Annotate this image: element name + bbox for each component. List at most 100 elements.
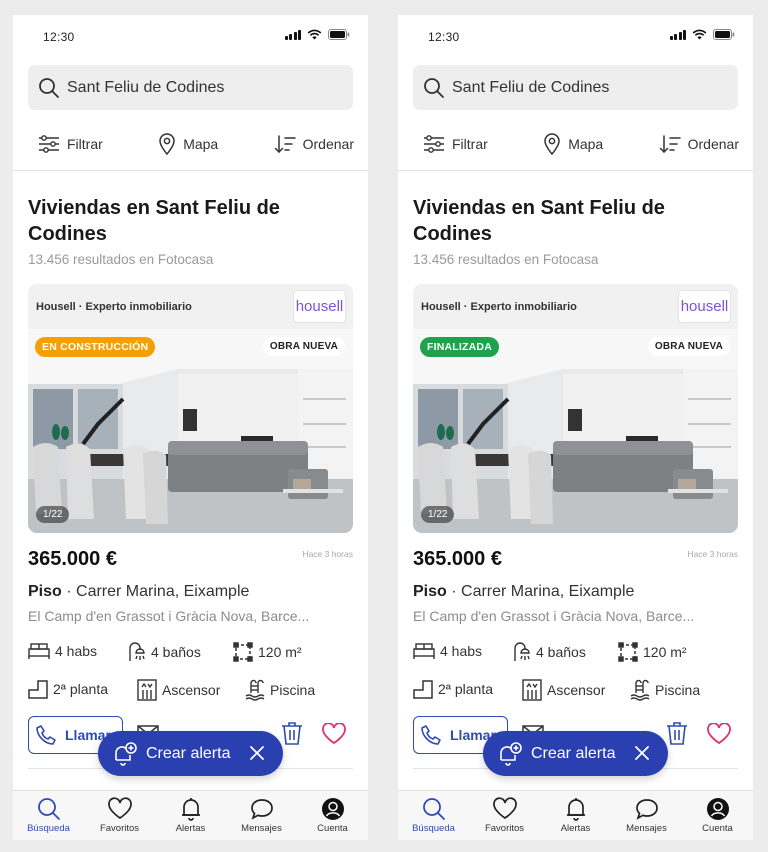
filter-button[interactable]: Filtrar — [38, 135, 103, 153]
signal-icon — [669, 29, 686, 40]
pool-ladder-icon — [630, 679, 650, 701]
account-avatar-icon — [321, 798, 344, 820]
feature-lift: Ascensor — [522, 679, 605, 701]
tab-account[interactable]: Cuenta — [682, 791, 753, 840]
listing-time-ago: Hace 3 horas — [302, 549, 353, 559]
filter-icon — [424, 135, 444, 153]
toolbar-divider — [398, 170, 753, 171]
favorite-heart-icon[interactable] — [706, 723, 732, 745]
elevator-icon — [522, 679, 542, 701]
map-button[interactable]: Mapa — [158, 133, 218, 155]
shower-icon — [514, 642, 530, 661]
listing-photo[interactable]: FINALIZADA OBRA NUEVA 1/22 — [413, 329, 738, 533]
listing-street: · Carrer Marina, Eixample — [451, 583, 635, 600]
bed-icon — [28, 643, 50, 659]
tab-search[interactable]: Búsqueda — [398, 791, 469, 840]
search-icon — [39, 77, 59, 98]
heart-icon — [107, 797, 132, 820]
search-icon — [424, 77, 444, 98]
trash-icon[interactable] — [281, 722, 303, 746]
tab-favorites-label: Favoritos — [484, 823, 525, 834]
battery-icon — [328, 29, 350, 40]
agency-header: Housell · Experto inmobiliario housell — [28, 284, 353, 329]
agency-name: Housell · Experto inmobiliario — [36, 300, 192, 313]
feature-baths: 4 baños — [126, 642, 201, 662]
listing-card[interactable]: Housell · Experto inmobiliario housell — [28, 284, 353, 533]
area-icon — [233, 642, 253, 662]
construction-status-badge: EN CONSTRUCCIÓN — [35, 337, 156, 357]
sort-button[interactable]: Ordenar — [274, 134, 354, 154]
favorite-heart-icon[interactable] — [321, 723, 347, 745]
feature-rooms: 4 habs — [413, 642, 482, 660]
bottom-tab-bar: Búsqueda Favoritos Alertas Mensajes Cuen… — [398, 790, 753, 840]
area-icon — [618, 642, 638, 662]
status-icons — [284, 29, 351, 40]
feature-size: 120 m² — [233, 642, 302, 662]
new-build-badge: OBRA NUEVA — [647, 337, 730, 356]
listing-area: El Camp d'en Grassot i Gràcia Nova, Barc… — [413, 608, 695, 624]
listing-price: 365.000 € — [28, 548, 117, 570]
baths-value: 4 baños — [536, 644, 586, 660]
tab-favorites[interactable]: Favoritos — [84, 791, 155, 840]
map-button[interactable]: Mapa — [543, 133, 603, 155]
rooms-value: 4 habs — [55, 643, 98, 659]
tab-alerts[interactable]: Alertas — [155, 791, 226, 840]
living-room-image — [28, 329, 353, 533]
listing-card[interactable]: Housell · Experto inmobiliario housell — [413, 284, 738, 533]
tab-search[interactable]: Búsqueda — [13, 791, 84, 840]
listing-street: · Carrer Marina, Eixample — [66, 583, 250, 600]
sort-button[interactable]: Ordenar — [659, 134, 739, 154]
pool-value: Piscina — [270, 682, 316, 698]
create-alert-button[interactable]: Crear alerta — [98, 731, 283, 776]
filter-button[interactable]: Filtrar — [423, 135, 488, 153]
tab-account[interactable]: Cuenta — [297, 791, 368, 840]
sort-label: Ordenar — [302, 136, 354, 152]
bell-icon — [181, 798, 200, 821]
bed-icon — [413, 643, 435, 659]
listing-area: El Camp d'en Grassot i Gràcia Nova, Barc… — [28, 608, 310, 624]
tab-favorites[interactable]: Favoritos — [469, 791, 540, 840]
tab-messages[interactable]: Mensajes — [611, 791, 682, 840]
tab-search-label: Búsqueda — [412, 823, 455, 834]
rooms-value: 4 habs — [440, 643, 483, 659]
map-pin-icon — [159, 133, 175, 155]
feature-floor: 2ª planta — [28, 679, 108, 699]
search-value: Sant Feliu de Codines — [452, 78, 610, 96]
chat-bubble-icon — [250, 799, 273, 820]
search-icon — [422, 798, 445, 820]
tab-messages[interactable]: Mensajes — [226, 791, 297, 840]
page-title: Viviendas en Sant Feliu de Codines — [28, 197, 280, 245]
create-alert-button[interactable]: Crear alerta — [483, 731, 668, 776]
floor-icon — [413, 680, 433, 699]
filter-icon — [39, 135, 59, 153]
close-icon[interactable] — [249, 745, 265, 761]
map-pin-icon — [544, 133, 560, 155]
feature-pool: Piscina — [630, 679, 700, 701]
agency-logo[interactable]: housell — [293, 290, 346, 323]
tab-favorites-label: Favoritos — [99, 823, 140, 834]
trash-icon[interactable] — [666, 722, 688, 746]
bell-plus-icon — [115, 741, 137, 766]
close-icon[interactable] — [634, 745, 650, 761]
wifi-icon — [307, 29, 322, 40]
status-bar: 12:30 — [13, 15, 368, 59]
agency-name: Housell · Experto inmobiliario — [421, 300, 577, 313]
listing-price: 365.000 € — [413, 548, 502, 570]
search-input[interactable]: Sant Feliu de Codines — [28, 65, 353, 110]
size-value: 120 m² — [643, 644, 687, 660]
chat-bubble-icon — [635, 799, 658, 820]
phone-icon — [421, 725, 441, 745]
page-title: Viviendas en Sant Feliu de Codines — [413, 197, 665, 245]
listing-photo[interactable]: EN CONSTRUCCIÓN OBRA NUEVA 1/22 — [28, 329, 353, 533]
search-icon — [37, 798, 60, 820]
tab-alerts[interactable]: Alertas — [540, 791, 611, 840]
sort-label: Ordenar — [687, 136, 739, 152]
map-label: Mapa — [568, 136, 604, 152]
agency-logo[interactable]: housell — [678, 290, 731, 323]
new-build-badge: OBRA NUEVA — [262, 337, 345, 356]
feature-pool: Piscina — [245, 679, 315, 701]
feature-lift: Ascensor — [137, 679, 220, 701]
tab-messages-label: Mensajes — [241, 823, 282, 834]
search-input[interactable]: Sant Feliu de Codines — [413, 65, 738, 110]
tab-account-label: Cuenta — [702, 823, 733, 834]
